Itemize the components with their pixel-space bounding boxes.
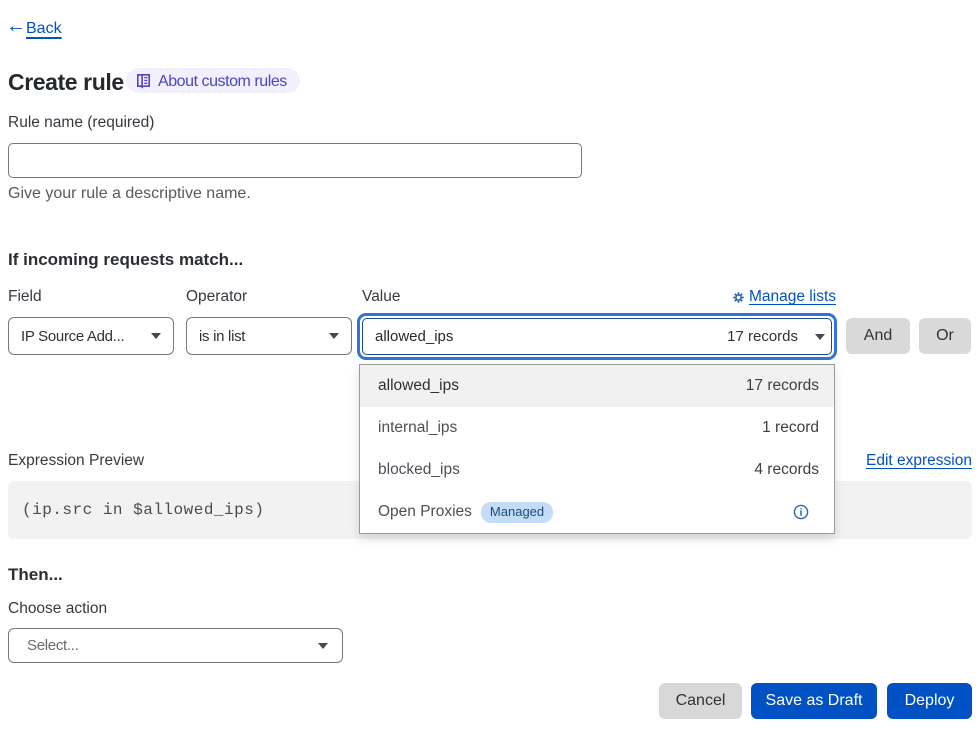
svg-text:i: i — [800, 508, 803, 519]
